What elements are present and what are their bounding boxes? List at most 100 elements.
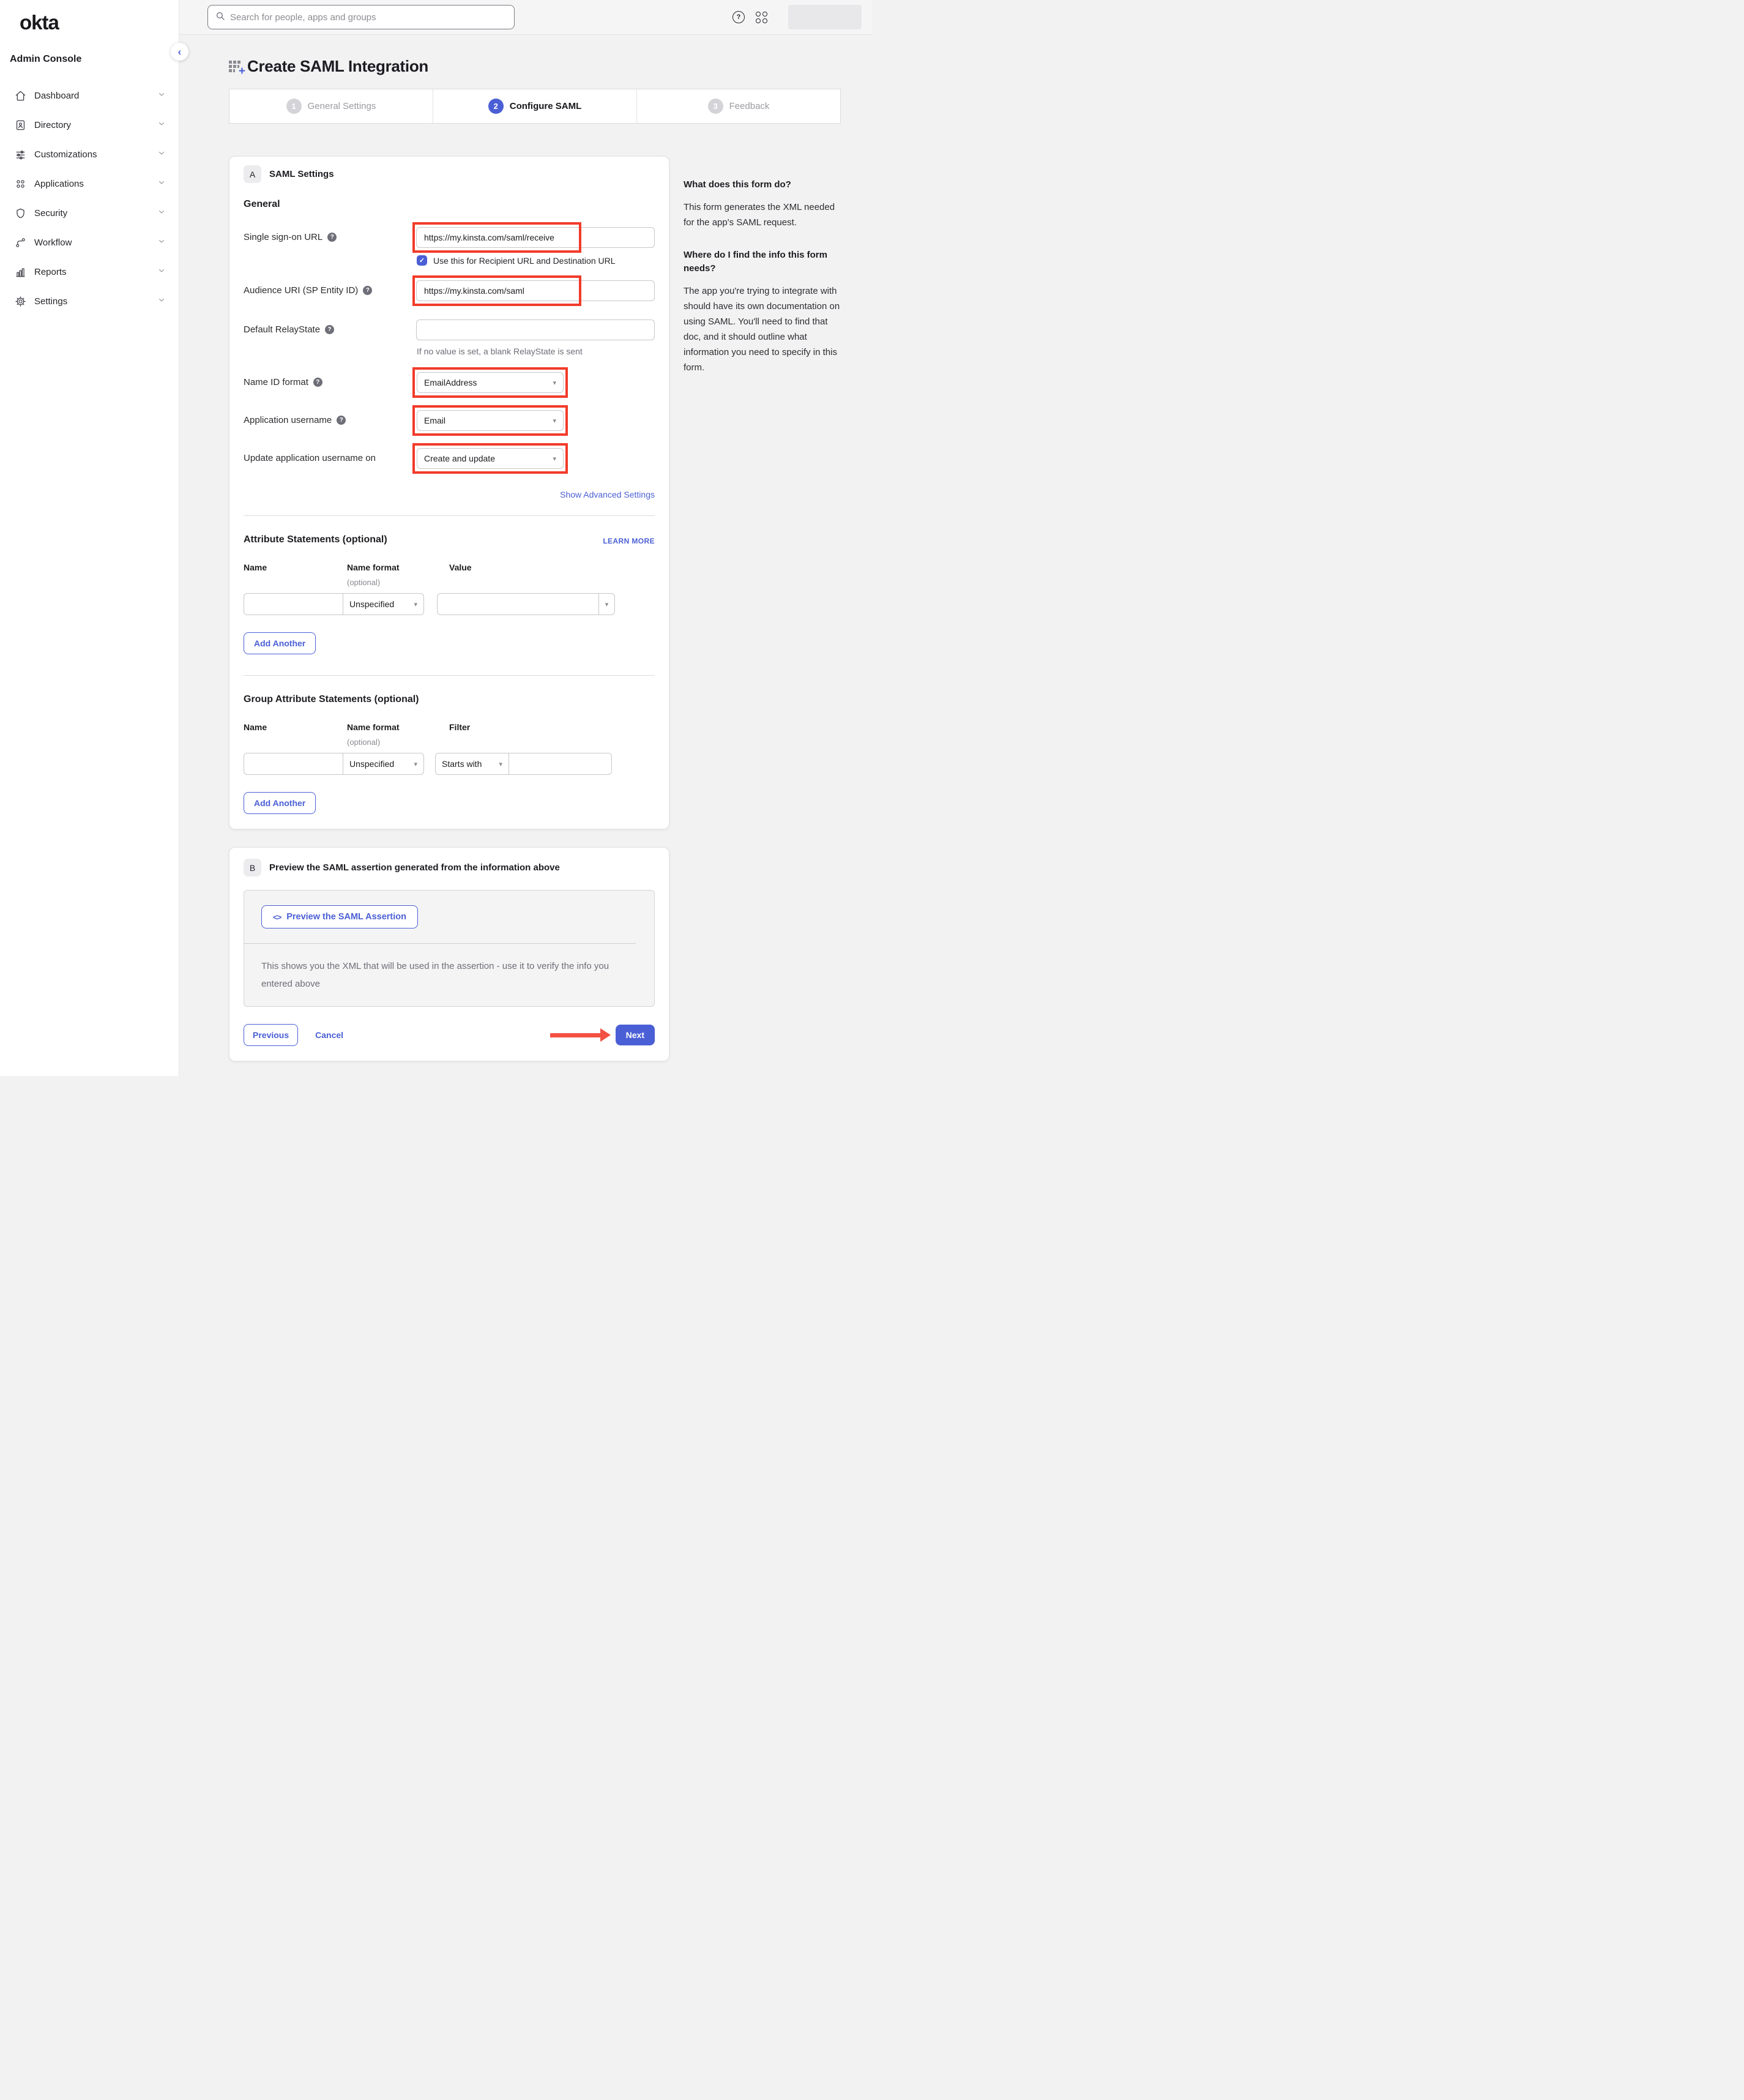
group-attr-filter-select[interactable]: Starts with ▾ [435, 753, 509, 775]
wizard-step-feedback[interactable]: 3 Feedback [636, 89, 840, 123]
sidebar-item-directory[interactable]: Directory [10, 110, 170, 140]
sidebar-item-customizations[interactable]: Customizations [10, 140, 170, 169]
relay-state-input[interactable] [416, 319, 655, 340]
page-header: + Create SAML Integration [229, 57, 872, 76]
help-tooltip-icon[interactable]: ? [337, 416, 346, 425]
sidebar-item-settings[interactable]: Settings [10, 286, 170, 316]
saml-settings-card: A SAML Settings General Single sign-on U… [229, 156, 669, 829]
group-attr-statement-row: Unspecified ▾ Starts with ▾ [244, 753, 655, 775]
attr-value-dropdown-button[interactable]: ▾ [598, 593, 615, 615]
annotation-arrow [550, 1028, 611, 1042]
apps-icon [15, 178, 26, 190]
chevron-down-icon [158, 90, 165, 101]
cancel-link[interactable]: Cancel [315, 1030, 343, 1040]
col-header-value: Value [449, 562, 472, 587]
page-title: Create SAML Integration [247, 57, 428, 76]
group-attr-name-input[interactable] [244, 753, 343, 775]
help-answer-1: This form generates the XML needed for t… [684, 200, 843, 230]
col-header-name-format: Name format (optional) [347, 722, 449, 747]
audience-uri-label: Audience URI (SP Entity ID) ? [244, 280, 416, 296]
caret-down-icon: ▾ [553, 417, 556, 425]
global-search[interactable] [207, 5, 515, 29]
help-tooltip-icon[interactable]: ? [363, 286, 372, 295]
code-icon: <> [273, 913, 281, 922]
section-b-badge: B [244, 859, 261, 876]
add-another-attr-button[interactable]: Add Another [244, 632, 316, 654]
step-number: 2 [488, 99, 504, 114]
wizard-step-general-settings[interactable]: 1 General Settings [229, 89, 433, 123]
sidebar-item-dashboard[interactable]: Dashboard [10, 81, 170, 110]
name-id-format-label: Name ID format ? [244, 372, 417, 387]
divider [244, 515, 655, 516]
preview-saml-assertion-button[interactable]: <> Preview the SAML Assertion [261, 905, 418, 929]
help-panel: What does this form do? This form genera… [684, 178, 843, 394]
attr-value-input[interactable] [437, 593, 599, 615]
sidebar-item-security[interactable]: Security [10, 198, 170, 228]
section-a-badge: A [244, 165, 261, 183]
chevron-down-icon [158, 296, 165, 307]
learn-more-link[interactable]: LEARN MORE [603, 537, 655, 545]
audience-uri-input[interactable] [416, 280, 655, 301]
preview-description: This shows you the XML that will be used… [244, 943, 636, 1006]
step-number: 1 [286, 99, 302, 114]
update-username-select[interactable]: Create and update ▾ [417, 448, 564, 469]
help-answer-2: The app you're trying to integrate with … [684, 283, 843, 375]
sidebar-item-reports[interactable]: Reports [10, 257, 170, 286]
wizard-steps: 1 General Settings 2 Configure SAML 3 Fe… [229, 89, 841, 124]
step-number: 3 [708, 99, 723, 114]
attr-statements-heading: Attribute Statements (optional) [244, 534, 387, 545]
caret-down-icon: ▾ [553, 379, 556, 387]
chevron-down-icon [158, 149, 165, 160]
group-attr-name-format-select[interactable]: Unspecified ▾ [343, 753, 424, 775]
recipient-url-checkbox[interactable]: ✓ [417, 255, 427, 266]
help-icon[interactable]: ? [732, 11, 745, 23]
caret-down-icon: ▾ [414, 760, 417, 768]
attr-name-format-select[interactable]: Unspecified ▾ [343, 593, 424, 615]
sidebar-collapse-button[interactable]: ‹ [171, 43, 188, 61]
previous-button[interactable]: Previous [244, 1024, 298, 1046]
col-header-filter: Filter [449, 722, 470, 747]
preview-assertion-card: B Preview the SAML assertion generated f… [229, 847, 669, 1061]
help-tooltip-icon[interactable]: ? [325, 325, 334, 334]
app-switcher-icon[interactable] [756, 12, 767, 23]
group-attr-filter-input[interactable] [509, 753, 612, 775]
sso-url-label: Single sign-on URL ? [244, 227, 416, 242]
topbar: ? [179, 0, 872, 35]
show-advanced-settings-link[interactable]: Show Advanced Settings [560, 490, 655, 499]
app-username-label: Application username ? [244, 410, 417, 425]
next-button[interactable]: Next [616, 1025, 655, 1045]
add-app-icon: + [229, 59, 244, 74]
sso-url-input[interactable] [416, 227, 655, 248]
help-tooltip-icon[interactable]: ? [327, 233, 337, 242]
sidebar-item-applications[interactable]: Applications [10, 169, 170, 198]
preview-panel: <> Preview the SAML Assertion This shows… [244, 890, 655, 1007]
col-header-name: Name [244, 722, 347, 747]
home-icon [15, 90, 26, 102]
relay-state-hint: If no value is set, a blank RelayState i… [417, 346, 655, 356]
help-tooltip-icon[interactable]: ? [313, 378, 322, 387]
wizard-step-configure-saml[interactable]: 2 Configure SAML [433, 89, 636, 123]
group-attr-heading: Group Attribute Statements (optional) [244, 694, 419, 705]
workflow-icon [15, 237, 26, 248]
chevron-down-icon [158, 237, 165, 248]
account-menu-redacted[interactable] [788, 5, 862, 29]
divider [244, 675, 655, 676]
caret-down-icon: ▾ [553, 455, 556, 463]
col-header-name: Name [244, 562, 347, 587]
attr-statement-row: Unspecified ▾ ▾ [244, 593, 655, 615]
search-icon [215, 11, 225, 24]
col-header-name-format: Name format (optional) [347, 562, 449, 587]
caret-down-icon: ▾ [499, 760, 502, 768]
id-badge-icon [15, 119, 26, 131]
sidebar-item-workflow[interactable]: Workflow [10, 228, 170, 257]
sidebar: okta Admin Console Dashboard Directory C… [0, 0, 179, 1076]
chevron-down-icon [158, 207, 165, 219]
chevron-down-icon [158, 266, 165, 277]
search-input[interactable] [230, 12, 507, 23]
name-id-format-select[interactable]: EmailAddress ▾ [417, 372, 564, 393]
app-username-select[interactable]: Email ▾ [417, 410, 564, 431]
attr-name-input[interactable] [244, 593, 343, 615]
caret-down-icon: ▾ [414, 600, 417, 608]
add-another-group-attr-button[interactable]: Add Another [244, 792, 316, 814]
admin-console-title: Admin Console [10, 54, 170, 65]
